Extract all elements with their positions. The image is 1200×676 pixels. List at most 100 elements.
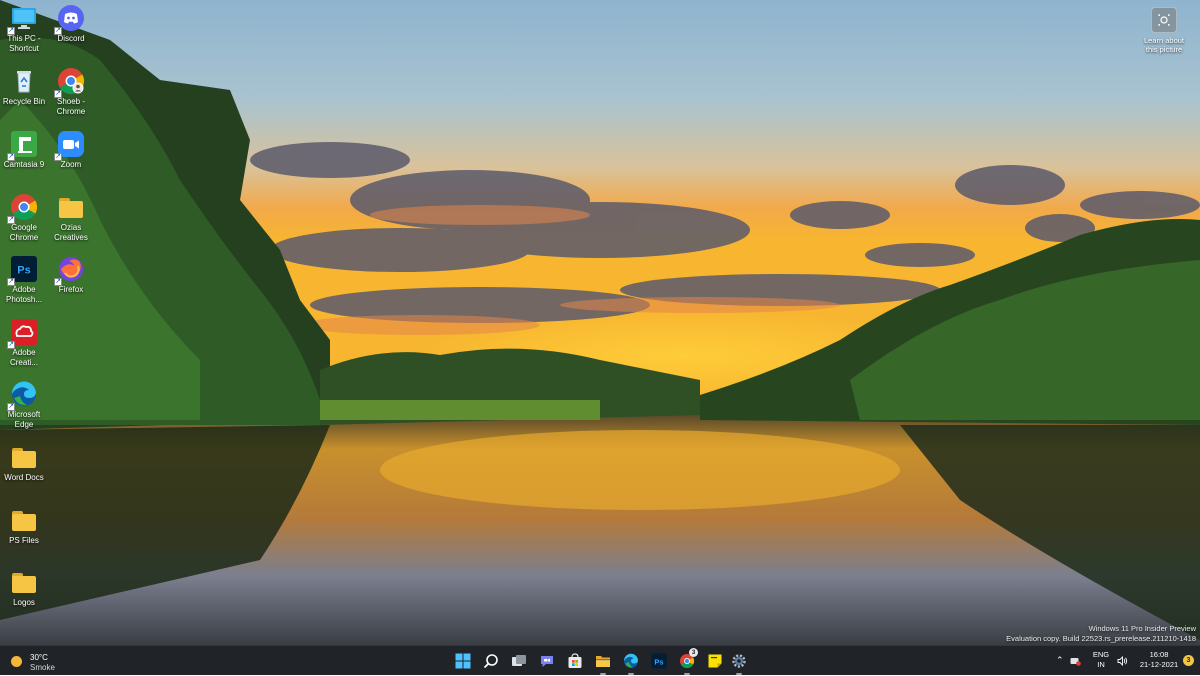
taskbar-chrome-button[interactable]: 3 [676,648,698,675]
desktop-icon-zoom[interactable]: ↗ Zoom [47,130,95,170]
svg-text:Ps: Ps [654,657,663,666]
desktop-icon-label: Camtasia 9 [3,160,45,169]
desktop-icon-label: Adobe Photosh... [5,285,43,304]
shortcut-arrow-icon: ↗ [54,27,62,35]
desktop-icon-this-pc[interactable]: ↗ This PC - Shortcut [0,4,48,54]
folder-icon [10,443,38,471]
desktop-icon-label: PS Files [9,536,39,545]
build-watermark: Windows 11 Pro Insider Preview Evaluatio… [1006,624,1196,643]
firefox-icon: ↗ [54,255,85,286]
desktop-icon-logos[interactable]: Logos [0,568,48,608]
taskbar-store-button[interactable] [564,650,586,672]
desktop-icon-label: Ozias Creatives [54,223,88,242]
folder-icon [57,193,85,221]
folder-icon [10,506,38,534]
learn-about-picture-button[interactable]: Learn about this picture [1141,5,1187,55]
desktop-icon-label: Zoom [60,160,82,169]
clock[interactable]: 16:08 21-12-2021 [1137,650,1181,672]
sun-icon [11,656,22,667]
taskbar-photoshop-button[interactable]: Ps [648,650,670,672]
taskbar-settings-button[interactable] [728,650,750,675]
shortcut-arrow-icon: ↗ [7,216,15,224]
monitor-icon: ↗ [7,4,38,35]
desktop-icon-label: Logos [13,598,35,607]
language-indicator[interactable]: ENG IN [1092,650,1110,672]
desktop-wallpaper [0,0,1200,645]
desktop-icon-label: Google Chrome [9,223,39,242]
desktop-icon-ps-files[interactable]: PS Files [0,506,48,546]
shortcut-arrow-icon: ↗ [54,278,62,286]
desktop-icon-label: Shoeb - Chrome [56,97,86,116]
gear-icon [732,654,746,668]
shortcut-arrow-icon: ↗ [7,27,15,35]
photoshop-icon: Ps [651,653,667,669]
learn-about-picture-label: Learn about this picture [1143,36,1185,54]
chat-icon [541,656,553,667]
windows-start-icon [455,653,471,669]
desktop-icon-adobe-creative-cloud[interactable]: ↗ Adobe Creati... [0,318,48,368]
shortcut-arrow-icon: ↗ [54,90,62,98]
desktop-icon-label: Discord [57,34,85,43]
notification-badge[interactable]: 3 [1183,655,1194,666]
weather-temperature: 30°C [30,653,48,662]
sticky-notes-icon [708,654,722,668]
taskbar-chat-button[interactable] [536,650,558,672]
edge-icon [623,653,638,668]
folder-icon [10,568,38,596]
speaker-icon[interactable] [1117,655,1128,667]
language-bottom: IN [1097,660,1105,669]
watermark-edition: Windows 11 Pro Insider Preview [1088,624,1196,633]
desktop-icon-label: Microsoft Edge [7,410,41,429]
desktop-icon-word-docs[interactable]: Word Docs [0,443,48,483]
discord-icon: ↗ [54,4,85,35]
desktop-icon-label: Adobe Creati... [9,348,38,367]
desktop-icon-recycle-bin[interactable]: Recycle Bin [0,67,48,107]
shortcut-arrow-icon: ↗ [7,403,15,411]
desktop-icon-camtasia[interactable]: ↗ Camtasia 9 [0,130,48,170]
desktop-icon-label: This PC - Shortcut [7,34,41,53]
tray-app-icon[interactable] [1070,656,1081,666]
desktop-icon-google-chrome[interactable]: ↗ Google Chrome [0,193,48,243]
store-icon [568,653,582,668]
desktop-icon-shoeb-chrome[interactable]: ↗ Shoeb - Chrome [47,67,95,117]
desktop-icon-label: Firefox [58,285,84,294]
desktop-icon-microsoft-edge[interactable]: ↗ Microsoft Edge [0,380,48,430]
desktop-icon-label: Word Docs [4,473,44,482]
taskbar-task-view-button[interactable] [508,650,530,672]
taskbar-edge-button[interactable] [620,650,642,675]
desktop-icon-discord[interactable]: ↗ Discord [47,4,95,44]
system-tray: ⌃ ENG IN 16:08 21-12-2021 3 [1050,646,1200,676]
camera-lens-icon [1151,7,1177,33]
chrome-window-count-badge: 3 [689,648,698,657]
chrome-profile-icon: ↗ [54,67,85,98]
shortcut-arrow-icon: ↗ [7,341,15,349]
taskbar-sticky-notes-button[interactable] [704,650,726,672]
watermark-build: Evaluation copy. Build 22523.rs_prerelea… [1006,633,1196,643]
edge-icon: ↗ [7,380,38,411]
photoshop-icon: Ps ↗ [7,255,38,286]
chevron-up-icon[interactable]: ⌃ [1056,655,1064,667]
taskbar-file-explorer-button[interactable] [592,650,614,675]
desktop-icon-label: Recycle Bin [2,97,46,106]
camtasia-icon: ↗ [7,130,38,161]
chrome-icon: ↗ [7,193,38,224]
clock-time: 16:08 [1149,650,1169,659]
svg-text:Ps: Ps [17,265,30,277]
shortcut-arrow-icon: ↗ [7,153,15,161]
search-icon [483,654,498,669]
language-top: ENG [1092,650,1110,659]
weather-condition: Smoke [30,663,55,672]
recycle-bin-icon [10,67,38,95]
desktop-icon-adobe-photoshop[interactable]: Ps ↗ Adobe Photosh... [0,255,48,305]
taskbar-search-button[interactable] [480,650,502,672]
desktop-icon-ozias-creatives[interactable]: Ozias Creatives [47,193,95,243]
file-explorer-icon [596,656,610,667]
taskbar-start-button[interactable] [452,650,474,672]
taskbar: 30°C Smoke Ps 3 ⌃ ENG IN 16:08 21-12-202… [0,645,1200,675]
adobe-creative-cloud-icon: ↗ [7,318,38,349]
shortcut-arrow-icon: ↗ [7,278,15,286]
zoom-icon: ↗ [54,130,85,161]
desktop-icon-firefox[interactable]: ↗ Firefox [47,255,95,295]
shortcut-arrow-icon: ↗ [54,153,62,161]
clock-date: 21-12-2021 [1139,660,1179,669]
